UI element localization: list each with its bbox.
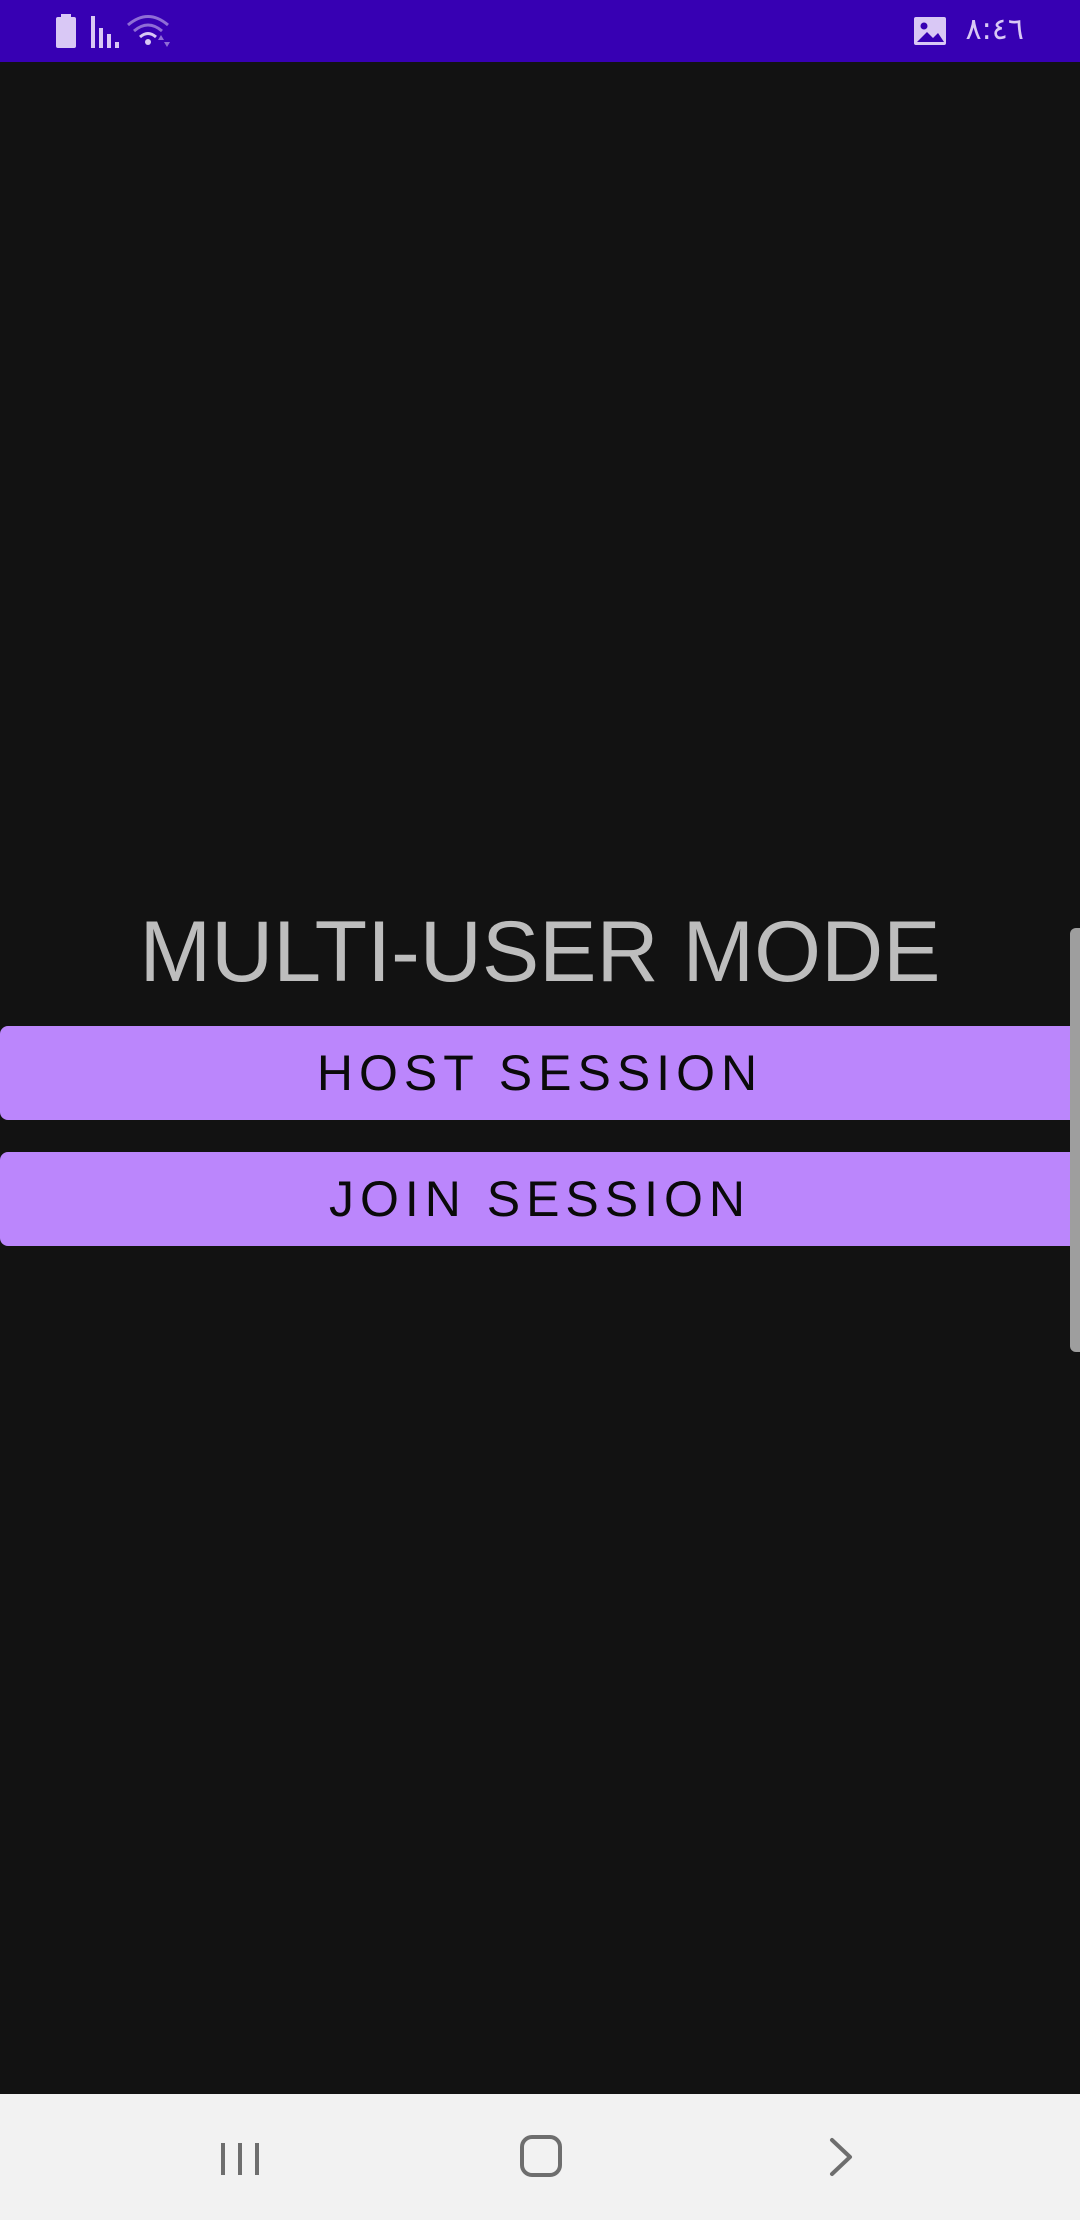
edge-panel-handle[interactable]: [1070, 928, 1080, 1352]
main-content: MULTI-USER MODE HOST SESSION JOIN SESSIO…: [0, 62, 1080, 2094]
home-icon[interactable]: [502, 2124, 582, 2190]
battery-icon: [56, 14, 76, 48]
signal-icon: [91, 16, 119, 48]
navigation-bar: [0, 2094, 1080, 2220]
status-bar: ٨:٤٦: [0, 0, 1080, 62]
page-title: MULTI-USER MODE: [139, 904, 941, 1000]
status-clock: ٨:٤٦: [965, 12, 1024, 47]
back-icon[interactable]: [804, 2124, 884, 2190]
wifi-icon: [127, 15, 170, 47]
app-screen: ٨:٤٦ MULTI-USER MODE HOST SESSION JOIN S…: [0, 0, 1080, 2220]
gallery-icon: [914, 17, 946, 45]
host-session-button[interactable]: HOST SESSION: [0, 1026, 1080, 1120]
recents-icon[interactable]: [200, 2124, 280, 2190]
join-session-button[interactable]: JOIN SESSION: [0, 1152, 1080, 1246]
